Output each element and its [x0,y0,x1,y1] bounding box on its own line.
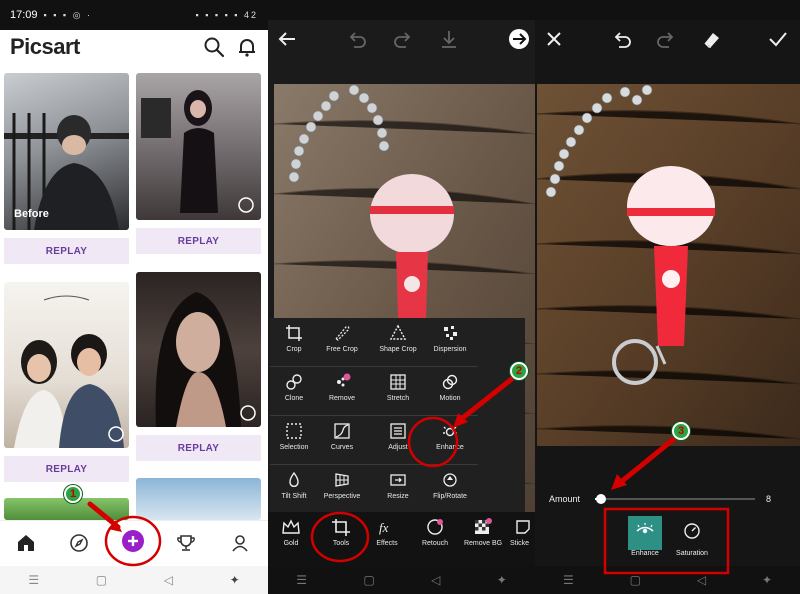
apply-check-icon[interactable] [767,28,789,50]
back-arrow-icon[interactable] [276,28,298,50]
back-icon[interactable]: ◁ [164,573,173,587]
recents-icon[interactable]: ☰ [296,573,307,587]
undo-icon[interactable] [611,28,633,50]
redo-icon[interactable] [392,28,414,50]
app-logo: Picsart [10,34,80,59]
replay-button[interactable]: REPLAY [4,238,129,264]
annotation-overlay-2 [310,375,516,563]
replay-button[interactable]: REPLAY [136,435,261,461]
free-crop-icon [334,326,350,341]
redo-icon[interactable] [655,28,677,50]
close-icon[interactable] [543,28,565,50]
status-left-icons: ▪ ▪ ▪ ◎ · [43,9,92,20]
undo-icon[interactable] [346,28,368,50]
replay-button[interactable]: REPLAY [136,228,261,254]
feed-card-image[interactable] [136,272,261,427]
feed-card-image[interactable] [4,282,129,448]
feed-card-image[interactable] [4,73,129,230]
download-icon[interactable] [438,28,460,50]
callout-badge-3: 3 [672,422,690,440]
eraser-icon[interactable] [701,28,723,50]
profile-icon[interactable] [230,533,250,553]
home-system-icon[interactable]: ▢ [363,573,374,587]
shape-crop-icon [389,324,407,340]
system-nav-bar: ☰ ▢ ◁ ✦ [268,566,535,594]
before-label: Before [14,208,49,220]
accessibility-icon[interactable]: ✦ [497,573,507,587]
status-bar: 17:09 ▪ ▪ ▪ ◎ · ▪ ▪ ▪ ▪ ▪ 42 [0,0,268,30]
callout-badge-2: 2 [510,362,528,380]
trophy-icon[interactable] [176,533,196,553]
replay-button[interactable]: REPLAY [4,456,129,482]
system-nav-bar: ☰ ▢ ◁ ✦ [0,566,268,594]
photo-canvas[interactable] [537,84,800,446]
feed-card-image[interactable] [136,73,261,220]
crop-icon [286,325,302,341]
recents-icon[interactable]: ☰ [28,573,39,587]
status-right-icons: ▪ ▪ ▪ ▪ ▪ 42 [195,10,258,20]
back-icon[interactable]: ◁ [431,573,440,587]
home-icon[interactable] [16,533,36,553]
annotation-overlay-3 [603,435,730,575]
bell-icon[interactable] [236,36,258,58]
next-arrow-icon[interactable] [508,28,530,50]
home-system-icon[interactable]: ▢ [96,573,107,587]
callout-badge-1: 1 [64,485,82,503]
dispersion-icon [444,326,457,340]
accessibility-icon[interactable]: ✦ [230,573,240,587]
status-time: 17:09 [10,9,38,21]
search-icon[interactable] [203,36,225,58]
